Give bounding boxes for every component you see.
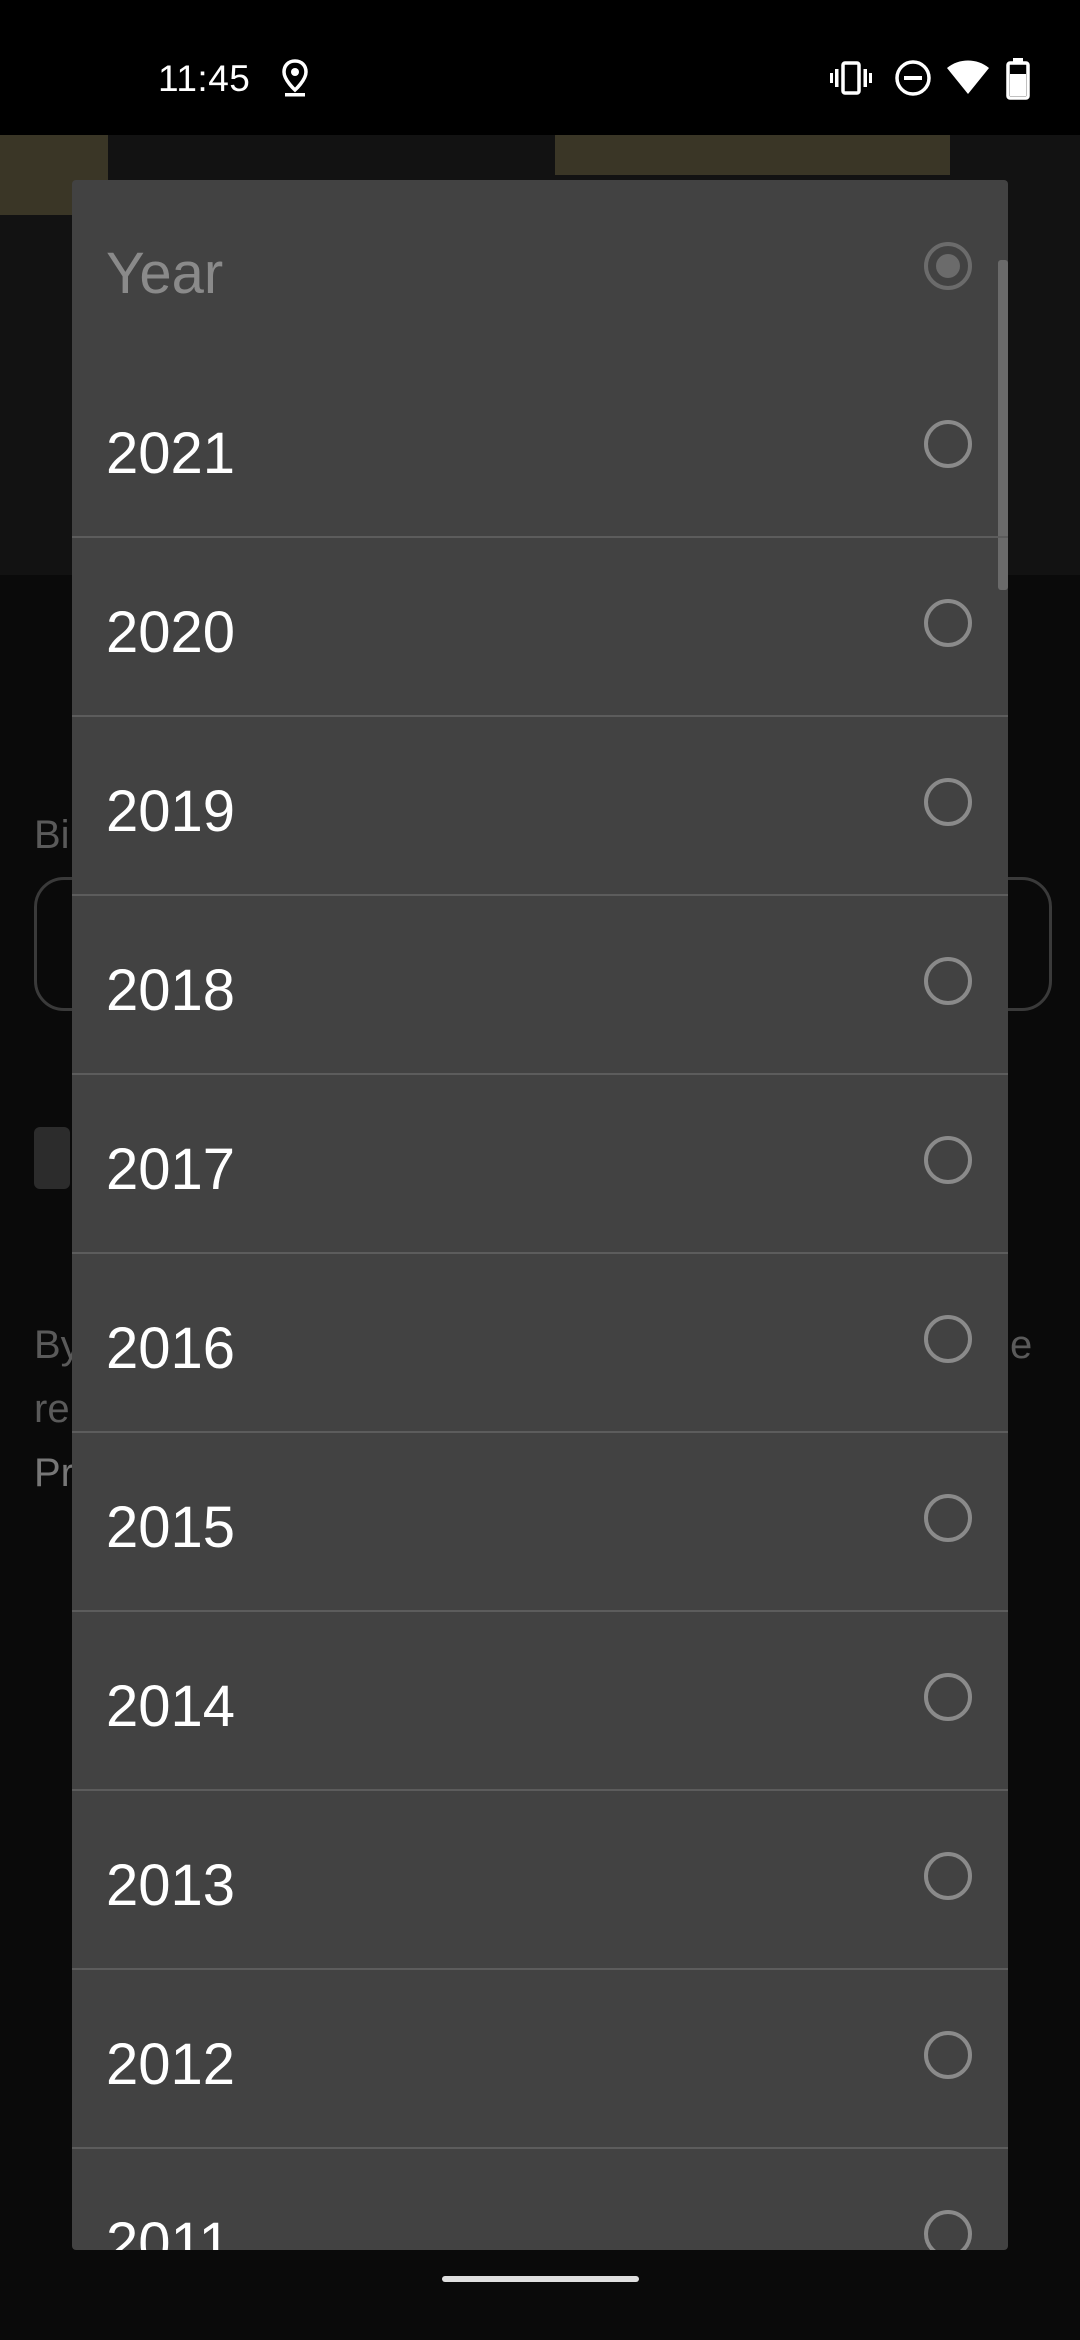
year-option-2016[interactable]: 2016 bbox=[72, 1255, 1008, 1433]
year-option-2021[interactable]: 2021 bbox=[72, 360, 1008, 538]
year-option-label: 2016 bbox=[106, 1316, 236, 1381]
location-pin-icon bbox=[280, 58, 310, 103]
year-picker-dialog: Year 2021 2020 2019 2018 2017 2016 2015 … bbox=[72, 180, 1008, 2250]
background-text-fragment: e bbox=[1010, 1323, 1033, 1367]
year-option-label: 2017 bbox=[106, 1137, 236, 1202]
year-option-label: 2012 bbox=[106, 2032, 236, 2097]
year-option-2015[interactable]: 2015 bbox=[72, 1434, 1008, 1612]
year-option-label: 2015 bbox=[106, 1495, 236, 1560]
year-option-label: 2020 bbox=[106, 600, 236, 665]
do-not-disturb-icon bbox=[893, 58, 933, 103]
year-option-2014[interactable]: 2014 bbox=[72, 1613, 1008, 1791]
year-option-label: 2013 bbox=[106, 1853, 236, 1918]
year-option-2011[interactable]: 2011 bbox=[72, 2150, 1008, 2250]
radio-unselected-icon[interactable] bbox=[924, 1673, 972, 1721]
radio-unselected-icon[interactable] bbox=[924, 778, 972, 826]
status-time: 11:45 bbox=[158, 58, 251, 99]
radio-unselected-icon[interactable] bbox=[924, 957, 972, 1005]
radio-unselected-icon[interactable] bbox=[924, 420, 972, 468]
status-bar: 11:45 bbox=[0, 0, 1080, 135]
radio-unselected-icon[interactable] bbox=[924, 2031, 972, 2079]
background-text-line-2: re bbox=[34, 1387, 70, 1431]
radio-unselected-icon[interactable] bbox=[924, 1315, 972, 1363]
year-option-2019[interactable]: 2019 bbox=[72, 718, 1008, 896]
year-option-label: Year bbox=[106, 241, 224, 306]
wifi-icon bbox=[946, 58, 990, 103]
radio-selected-icon[interactable] bbox=[924, 242, 972, 290]
year-option-2012[interactable]: 2012 bbox=[72, 1971, 1008, 2149]
vibrate-icon bbox=[830, 58, 872, 103]
radio-unselected-icon[interactable] bbox=[924, 1136, 972, 1184]
year-option-2013[interactable]: 2013 bbox=[72, 1792, 1008, 1970]
background-checkbox bbox=[34, 1127, 70, 1189]
year-option-2020[interactable]: 2020 bbox=[72, 539, 1008, 717]
year-option-label: 2021 bbox=[106, 421, 236, 486]
year-option-label: 2014 bbox=[106, 1674, 236, 1739]
gesture-nav-handle[interactable] bbox=[442, 2276, 639, 2282]
background-field-label: Bi bbox=[34, 813, 70, 857]
year-option-2017[interactable]: 2017 bbox=[72, 1076, 1008, 1254]
year-option-label: 2011 bbox=[106, 2211, 231, 2250]
background-text-line-3: Pr bbox=[34, 1451, 74, 1495]
battery-icon bbox=[1006, 58, 1030, 105]
radio-unselected-icon[interactable] bbox=[924, 1494, 972, 1542]
radio-unselected-icon[interactable] bbox=[924, 599, 972, 647]
background-banner-highlight bbox=[555, 135, 950, 175]
year-option-2018[interactable]: 2018 bbox=[72, 897, 1008, 1075]
year-option-placeholder[interactable]: Year bbox=[72, 180, 1008, 358]
year-option-label: 2018 bbox=[106, 958, 236, 1023]
radio-unselected-icon[interactable] bbox=[924, 1852, 972, 1900]
radio-unselected-icon[interactable] bbox=[924, 2210, 972, 2250]
year-option-label: 2019 bbox=[106, 779, 236, 844]
